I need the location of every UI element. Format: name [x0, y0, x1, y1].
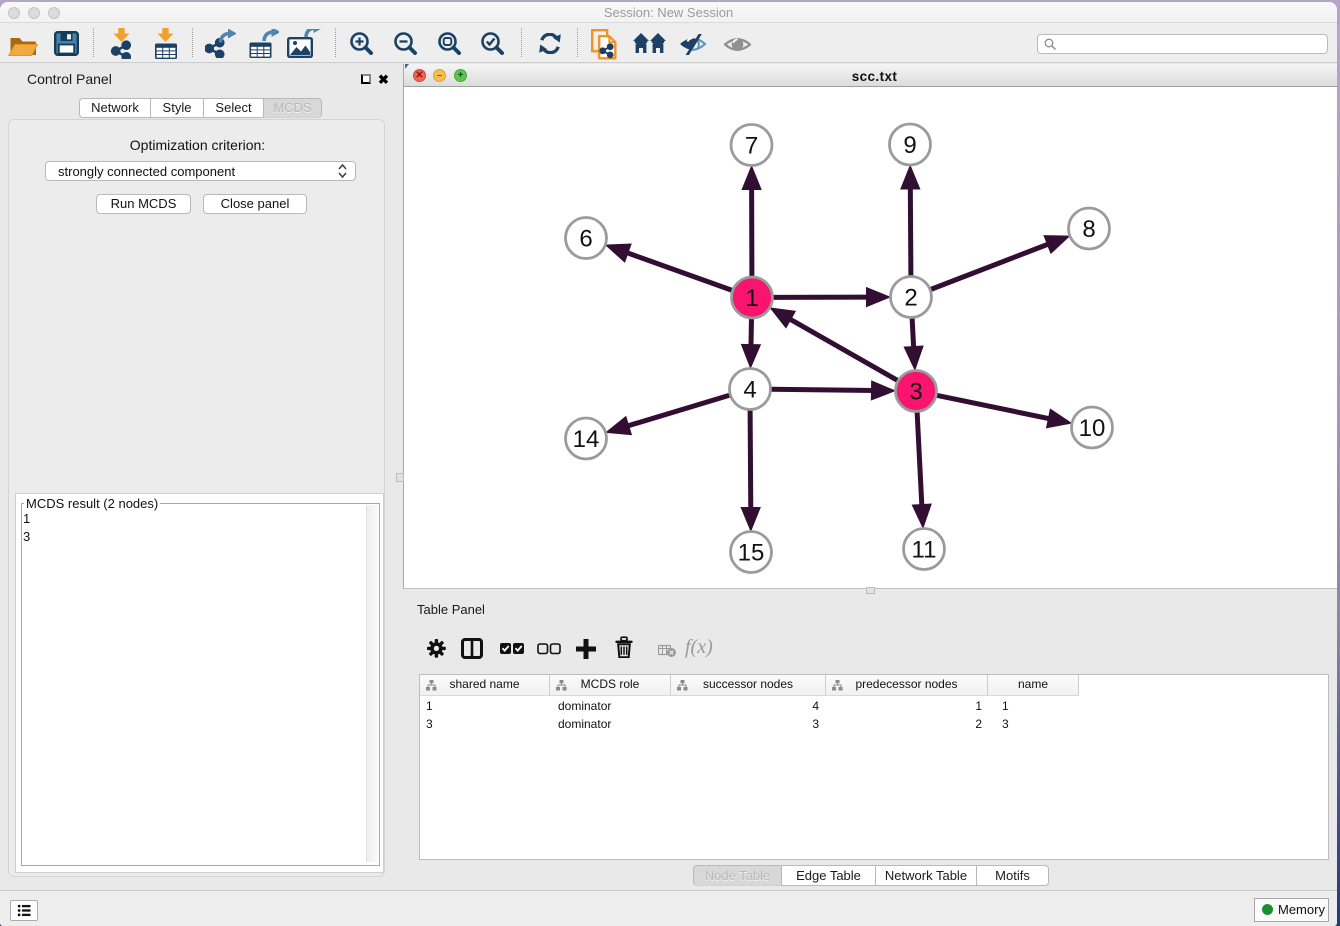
svg-text:4: 4 [743, 377, 756, 404]
svg-text:6: 6 [579, 226, 592, 253]
svg-text:9: 9 [903, 132, 916, 159]
svg-text:1: 1 [745, 285, 758, 312]
svg-text:14: 14 [573, 426, 600, 453]
svg-text:8: 8 [1082, 216, 1095, 243]
svg-text:15: 15 [738, 540, 765, 567]
svg-text:10: 10 [1079, 415, 1106, 442]
svg-text:7: 7 [745, 133, 758, 160]
svg-text:2: 2 [904, 285, 917, 312]
svg-text:11: 11 [912, 537, 937, 564]
svg-text:3: 3 [909, 379, 922, 406]
